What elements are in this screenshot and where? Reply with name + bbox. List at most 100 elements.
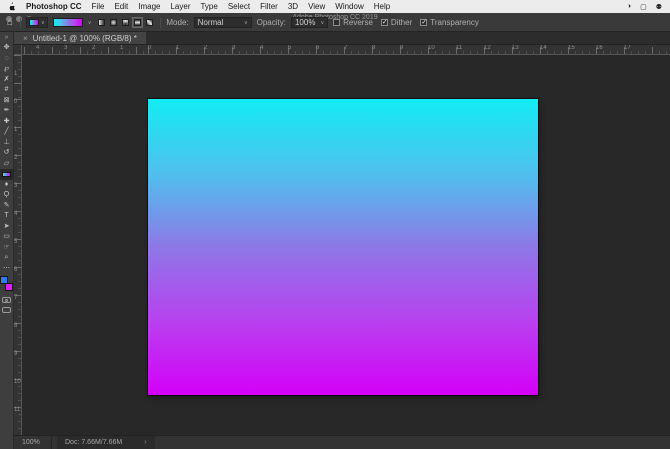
menubar-status-icon-3[interactable]: ⚉ [656, 3, 662, 11]
gradient-options-bar: ⌂ ∨ ∨ Mode: Normal ∨ Opacity: 100% ∨ Rev… [5, 16, 670, 29]
lasso-tool[interactable]: ℘ [0, 64, 14, 75]
screen-mode-button[interactable] [2, 307, 11, 313]
menu-item-window[interactable]: Window [330, 2, 368, 11]
menu-item-3d[interactable]: 3D [283, 2, 303, 11]
ruler-vertical[interactable]: 101234567891011 [14, 55, 22, 435]
menu-item-layer[interactable]: Layer [165, 2, 195, 11]
eraser-tool[interactable]: ▱ [0, 159, 14, 170]
menubar-status-icon-1[interactable]: ◑ [627, 3, 631, 10]
radial-gradient-icon [110, 19, 117, 26]
marquee-tool[interactable]: ◌ [0, 54, 14, 65]
pen-tool[interactable]: ✎ [0, 201, 14, 212]
mode-dropdown[interactable]: Normal ∨ [194, 17, 252, 28]
ruler-top-label: 6 [316, 45, 319, 52]
document-tab[interactable]: × Untitled-1 @ 100% (RGB/8) * [14, 32, 146, 44]
opacity-value: 100% [295, 18, 315, 27]
gradient-type-diamond-button[interactable] [144, 17, 155, 28]
opacity-dropdown[interactable]: 100% ∨ [291, 17, 328, 28]
gradient-type-angle-button[interactable] [120, 17, 131, 28]
menu-item-image[interactable]: Image [133, 2, 165, 11]
menu-app-name[interactable]: Photoshop CC [21, 2, 87, 11]
ruler-left-label: 11 [14, 407, 20, 413]
tool-preset-picker[interactable]: ∨ [26, 17, 48, 28]
background-color-swatch[interactable] [5, 283, 13, 291]
menu-items: FileEditImageLayerTypeSelectFilter3DView… [87, 2, 396, 11]
opacity-label: Opacity: [257, 18, 286, 27]
path-selection-tool[interactable]: ➤ [0, 222, 14, 233]
menu-item-filter[interactable]: Filter [255, 2, 283, 11]
gradient-editor-preview[interactable] [53, 18, 83, 27]
menu-item-file[interactable]: File [87, 2, 110, 11]
ruler-top-label: 2 [92, 45, 95, 52]
ruler-left-label: 7 [14, 295, 17, 301]
menu-item-edit[interactable]: Edit [109, 2, 133, 11]
quick-mask-button[interactable] [2, 297, 11, 303]
menu-item-help[interactable]: Help [369, 2, 395, 11]
ruler-left-label: 6 [14, 267, 17, 273]
zoom-level-field[interactable]: 100% [22, 439, 46, 446]
menu-item-type[interactable]: Type [195, 2, 222, 11]
ruler-left-label: 0 [14, 99, 17, 105]
reflected-gradient-icon [134, 19, 141, 26]
menubar-display-icon[interactable]: ▢ [640, 3, 647, 11]
hand-tool[interactable]: ☞ [0, 243, 14, 254]
dither-checkbox[interactable]: ✓ [381, 19, 388, 26]
gradient-type-radial-button[interactable] [108, 17, 119, 28]
ruler-horizontal[interactable]: 432101234567891011121314151617 [14, 45, 670, 55]
document-canvas[interactable] [148, 99, 538, 395]
type-tool[interactable]: T [0, 211, 14, 222]
reverse-checkbox[interactable] [333, 19, 340, 26]
photoshop-screen: Photoshop CC FileEditImageLayerTypeSelec… [0, 0, 670, 449]
gradient-tool[interactable] [0, 169, 14, 180]
home-icon[interactable]: ⌂ [5, 18, 15, 28]
frame-tool[interactable]: ⊠ [0, 96, 14, 107]
toolbar-collapse-icon[interactable]: » [5, 32, 9, 43]
ruler-top-label: 16 [596, 45, 603, 52]
menu-item-view[interactable]: View [303, 2, 330, 11]
gradient-type-reflected-button[interactable] [132, 17, 143, 28]
quick-selection-tool[interactable]: ✗ [0, 75, 14, 86]
toolbar-ellipsis[interactable]: ⋯ [0, 264, 14, 275]
gradient-type-linear-button[interactable] [96, 17, 107, 28]
checkbox-transparency[interactable]: ✓Transparency [420, 18, 479, 27]
ruler-corner[interactable] [14, 45, 22, 55]
eyedropper-tool[interactable]: ✒ [0, 106, 14, 117]
chevron-down-icon: ∨ [244, 20, 248, 26]
gradient-picker-chevron-icon[interactable]: ∨ [88, 20, 92, 26]
pasteboard [22, 55, 670, 435]
zoom-tool[interactable]: ⌕ [0, 253, 14, 264]
tab-close-icon[interactable]: × [23, 34, 28, 43]
blur-tool[interactable]: ♦ [0, 180, 14, 191]
brush-tool[interactable]: ╱ [0, 127, 14, 138]
tool-list: ✥◌℘✗#⊠✒✚╱⊥↺▱ ♦Ϙ✎T➤▭☞⌕⋯ [0, 43, 14, 274]
menu-item-select[interactable]: Select [223, 2, 255, 11]
crop-tool[interactable]: # [0, 85, 14, 96]
window-header: Adobe Photoshop CC 2019 ⌂ ∨ ∨ Mode: Norm… [0, 13, 670, 32]
status-bar: 100% Doc: 7.66M/7.66M › [14, 435, 670, 449]
apple-icon[interactable] [8, 2, 17, 12]
transparency-checkbox[interactable]: ✓ [420, 19, 427, 26]
ruler-top-label: 8 [372, 45, 375, 52]
doc-size-value: Doc: 7.66M/7.66M [65, 439, 122, 446]
dither-label: Dither [391, 18, 412, 27]
status-expand-icon[interactable]: › [144, 439, 146, 446]
ruler-left-label: 2 [14, 155, 17, 161]
move-tool[interactable]: ✥ [0, 43, 14, 54]
dodge-tool[interactable]: Ϙ [0, 190, 14, 201]
foreground-color-swatch[interactable] [0, 276, 8, 284]
angle-gradient-icon [122, 19, 129, 26]
ruler-top-label: 2 [204, 45, 207, 52]
checkbox-reverse[interactable]: Reverse [333, 18, 373, 27]
tool-preset-gradient-icon [29, 19, 39, 26]
ruler-top-label: 4 [36, 45, 39, 52]
checkbox-dither[interactable]: ✓Dither [381, 18, 412, 27]
clone-stamp-tool[interactable]: ⊥ [0, 138, 14, 149]
history-brush-tool[interactable]: ↺ [0, 148, 14, 159]
shape-tool[interactable]: ▭ [0, 232, 14, 243]
healing-brush-tool[interactable]: ✚ [0, 117, 14, 128]
chevron-down-icon: ∨ [320, 20, 324, 26]
doc-size-field[interactable]: Doc: 7.66M/7.66M › [57, 436, 155, 449]
diamond-gradient-icon [146, 19, 153, 26]
ruler-top-label: 0 [148, 45, 151, 52]
ruler-top-label: 1 [176, 45, 179, 52]
